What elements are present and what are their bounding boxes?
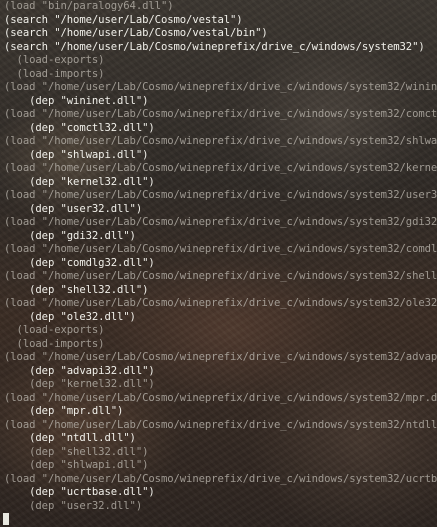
output-line: (dep "gdi32.dll") — [4, 229, 136, 242]
output-line: (dep "mpr.dll") — [4, 405, 124, 417]
output-line: (dep "shell32.dll") — [4, 283, 149, 296]
output-line: (load "/home/user/Lab/Cosmo/wineprefix/d… — [4, 391, 437, 404]
output-line: (load "/home/user/Lab/Cosmo/wineprefix/d… — [4, 108, 437, 120]
output-line: (load-imports) — [4, 67, 105, 80]
output-line: (load-exports) — [4, 54, 105, 66]
output-line: (load "/home/user/Lab/Cosmo/wineprefix/d… — [4, 472, 437, 485]
output-line: (dep "comctl32.dll") — [4, 121, 155, 134]
output-line: (dep "advapi32.dll") — [4, 364, 155, 377]
output-line: (dep "comdlg32.dll") — [4, 256, 155, 269]
output-line: (load-exports) — [4, 324, 105, 336]
output-line: (dep "user32.dll") — [4, 202, 143, 215]
output-line: (dep "kernel32.dll") — [4, 175, 155, 188]
output-line: (search "/home/user/Lab/Cosmo/wineprefix… — [4, 40, 425, 53]
output-line: (load "/home/user/Lab/Cosmo/wineprefix/d… — [4, 351, 437, 363]
output-line: (dep "kernel32.dll") — [4, 378, 155, 390]
output-line: (dep "ntdll.dll") — [4, 432, 136, 444]
output-line: (dep "shlwapi.dll") — [4, 148, 149, 161]
output-line: (dep "shell32.dll") — [4, 445, 149, 458]
terminal-cursor[interactable] — [3, 513, 9, 525]
output-line: (load "/home/user/Lab/Cosmo/wineprefix/d… — [4, 135, 437, 147]
output-line: (dep "wininet.dll") — [4, 94, 149, 107]
output-line: (load "/home/user/Lab/Cosmo/wineprefix/d… — [4, 418, 437, 431]
output-line: (load "/home/user/Lab/Cosmo/wineprefix/d… — [4, 243, 437, 255]
output-line: (load "/home/user/Lab/Cosmo/wineprefix/d… — [4, 216, 437, 228]
terminal-output[interactable]: (load "bin/paralogy64.dll") (search "/ho… — [0, 0, 437, 527]
output-line: (load "/home/user/Lab/Cosmo/wineprefix/d… — [4, 189, 437, 201]
output-line: (load "bin/paralogy64.dll") — [4, 0, 174, 12]
output-line: (load "/home/user/Lab/Cosmo/wineprefix/d… — [4, 297, 437, 309]
output-line: (load "/home/user/Lab/Cosmo/wineprefix/d… — [4, 162, 437, 174]
output-line: (search "/home/user/Lab/Cosmo/vestal/bin… — [4, 27, 268, 39]
output-line: (search "/home/user/Lab/Cosmo/vestal") — [4, 13, 243, 26]
output-line: (load "/home/user/Lab/Cosmo/wineprefix/d… — [4, 270, 437, 282]
output-line: (load "/home/user/Lab/Cosmo/wineprefix/d… — [4, 81, 437, 93]
output-line: (dep "ucrtbase.dll") — [4, 486, 155, 498]
output-line: (dep "shlwapi.dll") — [4, 459, 149, 471]
output-line: (dep "ole32.dll") — [4, 310, 136, 323]
output-line: (load-imports) — [4, 337, 105, 350]
output-line: (dep "user32.dll") — [4, 499, 143, 512]
